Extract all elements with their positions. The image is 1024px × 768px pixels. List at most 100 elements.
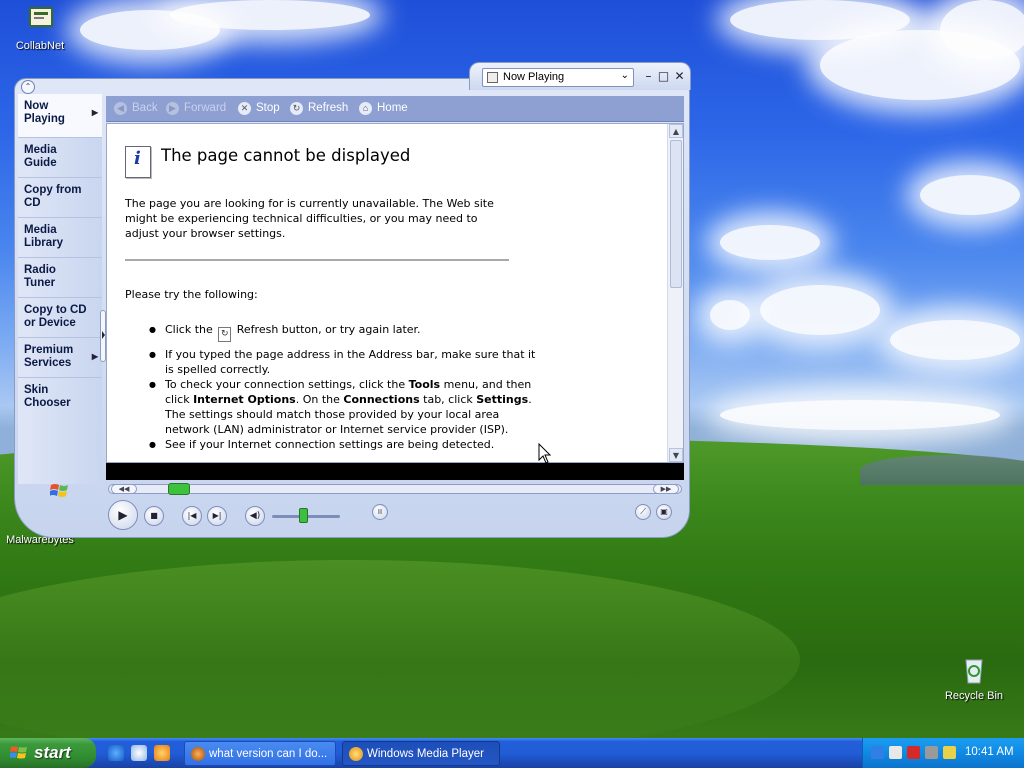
sidebar-item-label: Copy to CD or Device [24, 304, 87, 329]
tip-text: tab, click [419, 393, 477, 406]
playback-options-button[interactable]: II [372, 504, 388, 520]
desktop-icon-label: CollabNet [15, 40, 65, 52]
start-label: start [34, 743, 71, 762]
chevron-right-icon: ▶ [91, 352, 98, 361]
next-button[interactable]: ▶| [207, 506, 227, 526]
back-arrow-icon: ◀ [114, 102, 127, 115]
sidebar-item-label: Premium Services [24, 344, 74, 369]
recycle-bin-icon [965, 659, 983, 684]
sidebar-item-media-library[interactable]: Media Library [18, 218, 102, 258]
sidebar-item-skin-chooser[interactable]: Skin Chooser [18, 378, 102, 418]
minimize-button[interactable]: – [642, 70, 655, 83]
refresh-icon: ↻ [290, 102, 303, 115]
tray-utility-icon[interactable] [925, 746, 938, 759]
security-shield-icon[interactable] [907, 746, 920, 759]
seek-slider-thumb[interactable] [167, 483, 190, 495]
volume-tray-icon[interactable] [943, 746, 956, 759]
rewind-icon[interactable]: ◀◀ [111, 484, 137, 494]
list-item: Click the ↻ Refresh button, or try again… [149, 322, 545, 342]
collabnet-desktop-icon[interactable]: CollabNet [0, 6, 80, 52]
stop-x-icon: ✕ [238, 102, 251, 115]
list-item: If you typed the page address in the Add… [149, 347, 545, 377]
scroll-up-icon[interactable]: ▲ [669, 124, 683, 138]
sidebar-item-label: Media Guide [24, 144, 57, 169]
show-menu-bar-button[interactable]: ⌃ [21, 80, 35, 94]
refresh-label: Refresh [308, 102, 349, 114]
list-item: To check your connection settings, click… [149, 377, 545, 437]
refresh-button[interactable]: ↻ Refresh [290, 101, 348, 117]
browser-window-icon [191, 747, 205, 761]
home-button[interactable]: ⌂ Home [359, 101, 408, 117]
list-item: See if your Internet connection settings… [149, 437, 545, 452]
taskbar-button-media-player[interactable]: Windows Media Player [342, 741, 500, 766]
clock: 10:41 AM [965, 746, 1014, 758]
page-title: The page cannot be displayed [161, 146, 411, 165]
sidebar-item-radio-tuner[interactable]: Radio Tuner [18, 258, 102, 298]
tip-text: To check your connection settings, click… [165, 378, 409, 391]
certificate-icon [29, 7, 53, 27]
video-status-strip [106, 463, 684, 480]
sidebar-item-media-guide[interactable]: Media Guide [18, 138, 102, 178]
sidebar-item-label: Media Library [24, 224, 63, 249]
media-player-window: Now Playing ⌄ – □ ✕ ⌃ Now Playing ▶ Medi… [14, 62, 692, 542]
tray-app-icon[interactable] [889, 746, 902, 759]
stop-button[interactable]: ✕ Stop [238, 101, 280, 117]
play-button[interactable]: ▶ [108, 500, 138, 530]
tip-text: Refresh button, or try again later. [236, 323, 421, 336]
internet-options-ref: Internet Options [193, 393, 296, 406]
media-player-icon [349, 747, 363, 761]
volume-slider-thumb[interactable] [298, 508, 308, 523]
sidebar-item-label: Skin Chooser [24, 384, 71, 409]
close-button[interactable]: ✕ [673, 70, 686, 83]
fast-forward-icon[interactable]: ▶▶ [653, 484, 679, 494]
switch-to-skin-mode-button[interactable]: ⟋ [635, 504, 651, 520]
system-tray: 10:41 AM [862, 738, 1024, 768]
internet-explorer-icon[interactable] [108, 745, 124, 761]
previous-button[interactable]: |◀ [182, 506, 202, 526]
error-description: The page you are looking for is currentl… [125, 197, 494, 240]
scroll-down-icon[interactable]: ▼ [669, 448, 683, 462]
connections-tab-ref: Connections [343, 393, 420, 406]
seek-bar[interactable]: ◀◀ ▶▶ [108, 483, 682, 495]
mouse-pointer-icon [538, 443, 552, 464]
sidebar-item-copy-from-cd[interactable]: Copy from CD [18, 178, 102, 218]
now-playing-dropdown[interactable]: Now Playing ⌄ [482, 68, 634, 87]
stop-label: Stop [256, 102, 280, 114]
try-following-text: Please try the following: [125, 288, 258, 301]
vertical-scrollbar[interactable]: ▲ ▼ [667, 124, 683, 462]
start-button[interactable]: start [0, 738, 96, 768]
music-icon [487, 72, 498, 83]
stop-playback-button[interactable]: ■ [144, 506, 164, 526]
full-mode-toggle-button[interactable]: ▣ [656, 504, 672, 520]
scrollbar-thumb[interactable] [670, 140, 682, 288]
sidebar-item-copy-to-cd[interactable]: Copy to CD or Device [18, 298, 102, 338]
network-icon[interactable] [871, 746, 884, 759]
forward-label: Forward [184, 102, 227, 114]
taskbar-button-label: what version can I do... [209, 748, 328, 760]
media-player-quicklaunch-icon[interactable] [154, 745, 170, 761]
features-taskbar: Now Playing ▶ Media Guide Copy from CD M… [18, 94, 102, 484]
sidebar-item-label: Now Playing [24, 100, 65, 125]
taskbar-button-browser[interactable]: what version can I do... [184, 741, 336, 766]
settings-ref: Settings [476, 393, 529, 406]
taskbar-button-label: Windows Media Player [367, 748, 484, 760]
sidebar-item-now-playing[interactable]: Now Playing ▶ [18, 94, 102, 138]
guide-navigation-bar: ◀ Back ▶ Forward ✕ Stop ↻ Refresh ⌂ Home [106, 96, 684, 122]
guide-content-pane: i The page cannot be displayed The page … [106, 123, 684, 463]
chevron-right-icon: ▶ [91, 108, 98, 117]
troubleshooting-list: Click the ↻ Refresh button, or try again… [125, 322, 545, 452]
windows-logo-icon [50, 484, 68, 497]
maximize-button[interactable]: □ [657, 70, 670, 83]
now-playing-dropdown-label: Now Playing [503, 71, 565, 83]
outlook-express-icon[interactable] [131, 745, 147, 761]
recycle-bin-desktop-icon[interactable]: Recycle Bin [934, 656, 1014, 702]
chevron-down-icon: ⌄ [620, 70, 629, 81]
home-label: Home [377, 102, 408, 114]
player-title-bar[interactable]: Now Playing ⌄ – □ ✕ [469, 62, 691, 90]
forward-button[interactable]: ▶ Forward [166, 101, 226, 117]
back-label: Back [132, 102, 158, 114]
mute-button[interactable]: ◀) [245, 506, 265, 526]
back-button[interactable]: ◀ Back [114, 101, 158, 117]
home-icon: ⌂ [359, 102, 372, 115]
sidebar-item-premium-services[interactable]: Premium Services ▶ [18, 338, 102, 378]
